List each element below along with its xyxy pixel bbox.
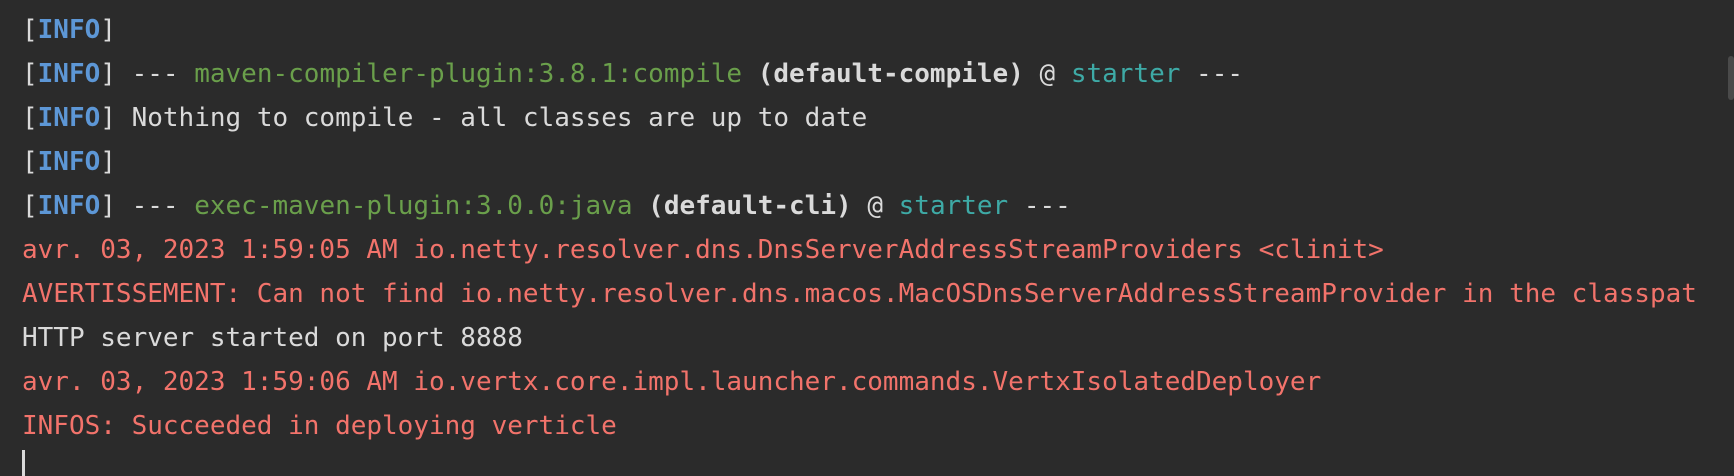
vertical-scrollbar-thumb[interactable]: [1728, 56, 1734, 100]
at-sign: @: [1023, 59, 1071, 89]
bracket-close: ]: [100, 103, 116, 133]
stdout-line-server-started: HTTP server started on port 8888: [22, 323, 523, 353]
bracket-close: ]: [100, 147, 116, 177]
console-lines: [INFO] [INFO] --- maven-compiler-plugin:…: [22, 8, 1697, 448]
bracket-open: [: [22, 147, 38, 177]
bracket-open: [: [22, 59, 38, 89]
text-cursor: [22, 450, 25, 476]
stderr-line-warning: AVERTISSEMENT: Can not find io.netty.res…: [22, 279, 1697, 309]
separator: ---: [115, 59, 195, 89]
clipped-line: ·········: [22, 0, 163, 8]
bracket-close: ]: [100, 15, 116, 45]
execution-id: (default-compile): [742, 59, 1024, 89]
bracket-close: ]: [100, 59, 116, 89]
log-line-compiler-plugin: [INFO] --- maven-compiler-plugin:3.8.1:c…: [22, 52, 1697, 96]
plugin-goal: maven-compiler-plugin:3.8.1:compile: [194, 59, 743, 89]
plugin-goal: exec-maven-plugin:3.0.0:java: [194, 191, 633, 221]
log-level: INFO: [37, 59, 101, 89]
project-name: starter: [1070, 59, 1181, 89]
stderr-line-timestamp: avr. 03, 2023 1:59:06 AM io.vertx.core.i…: [22, 367, 1322, 397]
log-level: INFO: [37, 147, 101, 177]
separator-tail: ---: [1180, 59, 1244, 89]
bracket-open: [: [22, 103, 38, 133]
log-level: INFO: [37, 103, 101, 133]
log-message: Nothing to compile - all classes are up …: [115, 103, 868, 133]
log-line-exec-plugin: [INFO] --- exec-maven-plugin:3.0.0:java …: [22, 184, 1697, 228]
log-line-nothing-to-compile: [INFO] Nothing to compile - all classes …: [22, 96, 1697, 140]
log-level: INFO: [37, 15, 101, 45]
log-line-info: [INFO]: [22, 8, 1697, 52]
log-level: INFO: [37, 191, 101, 221]
stderr-line-info: INFOS: Succeeded in deploying verticle: [22, 411, 617, 441]
separator: ---: [115, 191, 195, 221]
separator-tail: ---: [1008, 191, 1071, 221]
stderr-line-timestamp: avr. 03, 2023 1:59:05 AM io.netty.resolv…: [22, 235, 1384, 265]
execution-id: (default-cli): [632, 191, 852, 221]
log-line-info: [INFO]: [22, 140, 1697, 184]
at-sign: @: [851, 191, 899, 221]
bracket-open: [: [22, 191, 38, 221]
bracket-close: ]: [100, 191, 116, 221]
run-console-output[interactable]: ········· [INFO] [INFO] --- maven-compil…: [0, 0, 1734, 476]
bracket-open: [: [22, 15, 38, 45]
project-name: starter: [898, 191, 1009, 221]
